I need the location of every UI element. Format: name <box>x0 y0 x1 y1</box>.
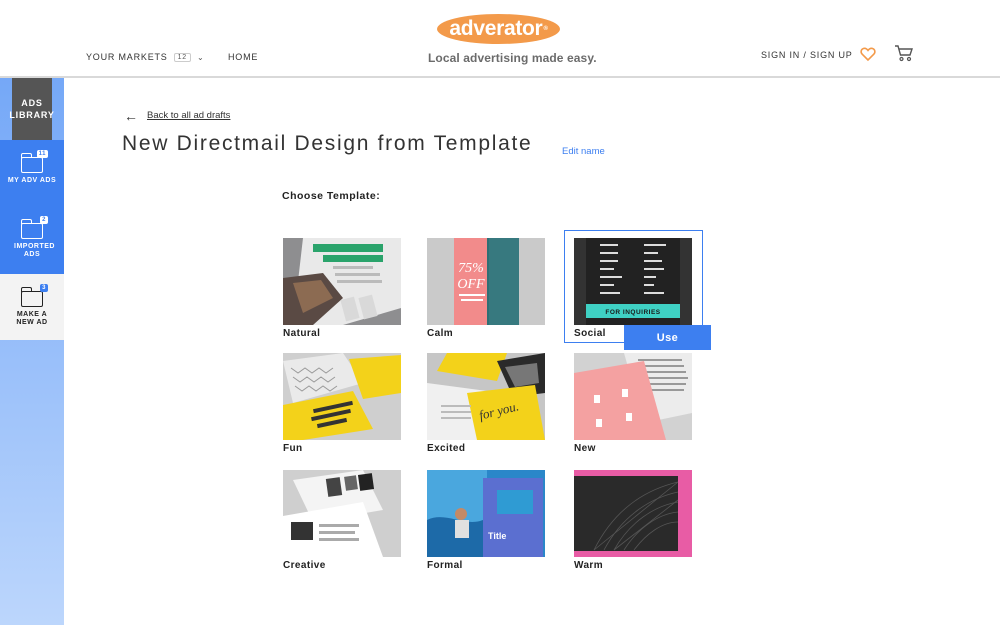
edit-name-link[interactable]: Edit name <box>562 146 605 157</box>
back-label: Back to all ad drafts <box>147 110 231 121</box>
template-card-social[interactable]: FOR INQUIRIES Social <box>574 238 692 339</box>
logo-text: adverator <box>449 17 543 40</box>
sidebar-item-my-adv-ads[interactable]: 11 MY ADV ADS <box>0 140 64 206</box>
header: YOUR MARKETS 12 ⌄ HOME adverator ® Local … <box>0 0 1000 78</box>
sidebar-item-make-new-ad[interactable]: 3 MAKE A NEW AD <box>0 274 64 340</box>
template-card-warm[interactable]: Warm <box>574 470 692 571</box>
chevron-down-icon: ⌄ <box>197 52 205 62</box>
template-label: New <box>574 443 596 454</box>
template-thumbnail: FOR INQUIRIES <box>574 238 692 325</box>
template-label: Warm <box>574 560 604 571</box>
template-label: Excited <box>427 443 466 454</box>
template-label: Natural <box>283 328 321 339</box>
sidebar-badge: 2 <box>40 216 48 224</box>
tagline: Local advertising made easy. <box>428 51 597 65</box>
template-label: Fun <box>283 443 303 454</box>
sidebar-item-label: IMPORTED ADS <box>14 243 55 258</box>
svg-text:FOR INQUIRIES: FOR INQUIRIES <box>605 309 660 316</box>
sidebar-item-imported-ads[interactable]: 2 IMPORTED ADS <box>0 206 64 274</box>
home-link[interactable]: HOME <box>228 52 258 62</box>
your-markets-menu[interactable]: YOUR MARKETS 12 ⌄ <box>86 52 205 62</box>
template-card-fun[interactable]: Fun <box>283 353 401 454</box>
sidebar-item-label: MAKE A NEW AD <box>16 311 48 326</box>
back-link[interactable]: ← Back to all ad drafts <box>124 107 231 124</box>
use-template-button[interactable]: Use <box>624 325 711 350</box>
folder-icon: 2 <box>20 216 48 239</box>
template-thumbnail <box>283 238 401 325</box>
sidebar-badge: 3 <box>40 284 48 292</box>
markets-label: YOUR MARKETS <box>86 52 168 62</box>
template-card-formal[interactable]: Title Formal <box>427 470 545 571</box>
logo-mark: ® <box>543 26 548 32</box>
page-title: New Directmail Design from Template <box>122 132 533 155</box>
formal-thumb-title: Title <box>488 531 506 541</box>
heart-icon[interactable] <box>860 46 876 62</box>
ads-library-title: ADS LIBRARY <box>9 78 54 140</box>
template-thumbnail: 75% OFF <box>427 238 545 325</box>
choose-template-heading: Choose Template: <box>282 190 381 202</box>
template-thumbnail: Title <box>427 470 545 557</box>
template-card-excited[interactable]: for you. Excited <box>427 353 545 454</box>
logo[interactable]: adverator ® <box>437 14 560 44</box>
svg-text:OFF: OFF <box>457 277 485 292</box>
template-label: Calm <box>427 328 454 339</box>
signin-link[interactable]: SIGN IN / SIGN UP <box>761 50 853 60</box>
sidebar-item-label: MY ADV ADS <box>7 177 57 184</box>
template-card-creative[interactable]: Creative <box>283 470 401 571</box>
template-thumbnail <box>574 470 692 557</box>
template-label: Formal <box>427 560 463 571</box>
template-thumbnail <box>574 353 692 440</box>
sidebar: ADS LIBRARY 11 MY ADV ADS 2 IMPORTED ADS… <box>0 78 64 625</box>
template-label: Creative <box>283 560 326 571</box>
folder-icon: 11 <box>20 150 48 173</box>
sidebar-badge: 11 <box>36 150 48 158</box>
arrow-left-icon: ← <box>124 107 138 124</box>
cart-icon[interactable] <box>894 44 914 62</box>
svg-text:75%: 75% <box>458 261 484 276</box>
template-card-natural[interactable]: Natural <box>283 238 401 339</box>
markets-count-badge: 12 <box>173 52 191 62</box>
template-card-new[interactable]: New <box>574 353 692 454</box>
folder-icon: 3 <box>20 284 48 307</box>
template-thumbnail <box>283 353 401 440</box>
template-thumbnail <box>283 470 401 557</box>
template-thumbnail: for you. <box>427 353 545 440</box>
template-card-calm[interactable]: 75% OFF Calm <box>427 238 545 339</box>
